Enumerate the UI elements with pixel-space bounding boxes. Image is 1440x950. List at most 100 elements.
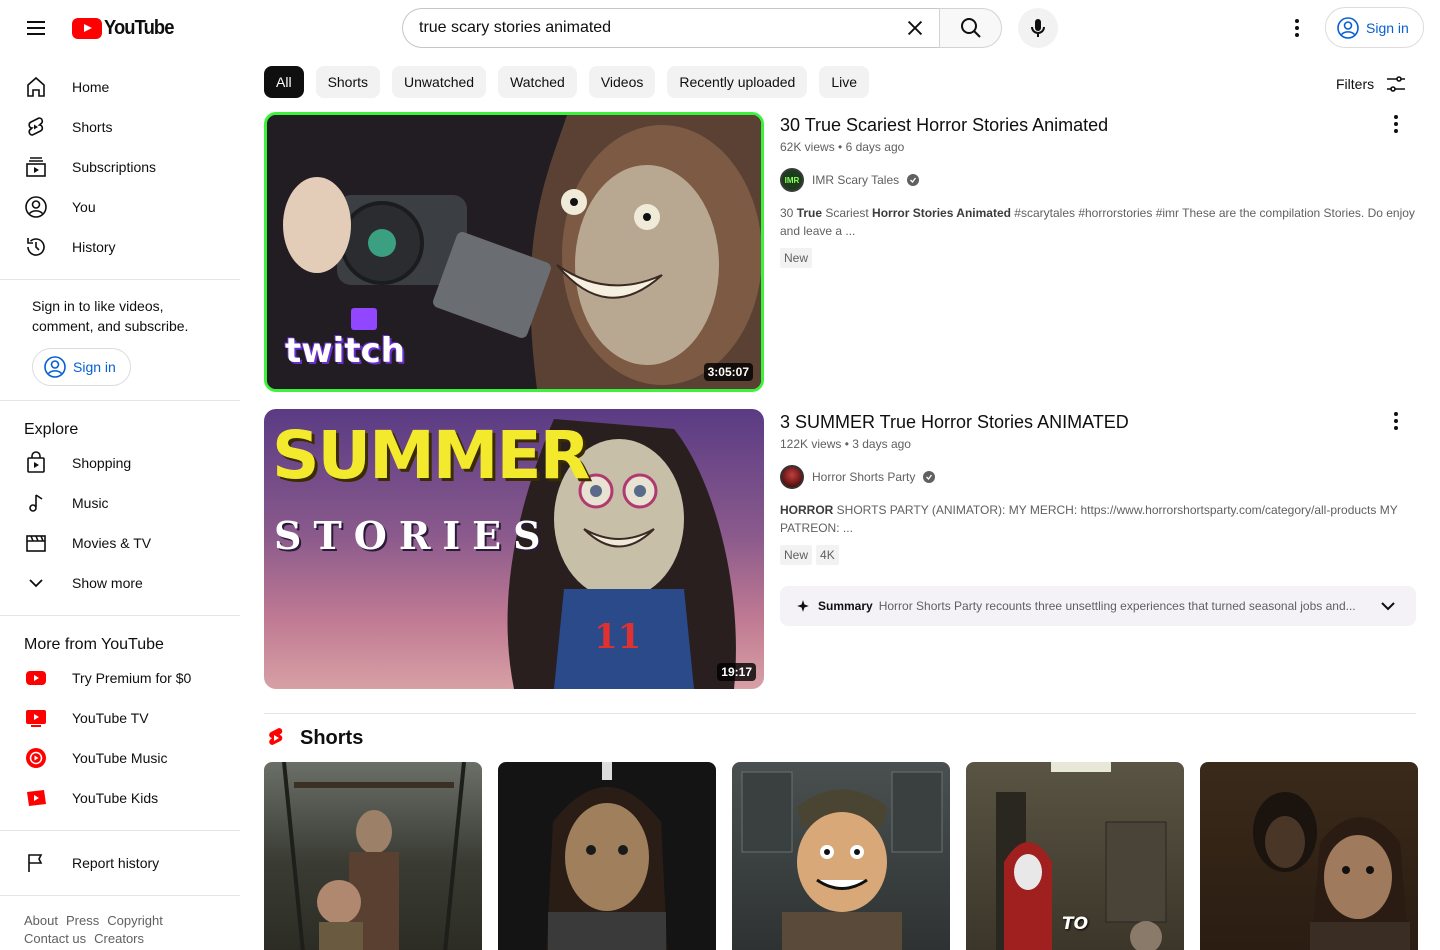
ai-summary[interactable]: Summary Horror Shorts Party recounts thr… bbox=[780, 586, 1416, 626]
channel-info[interactable]: Horror Shorts Party bbox=[780, 465, 1380, 489]
chip-all[interactable]: All bbox=[264, 66, 304, 98]
footer-link-press[interactable]: Press bbox=[66, 913, 99, 928]
music-icon bbox=[24, 491, 48, 515]
chip-live[interactable]: Live bbox=[819, 66, 870, 98]
video-thumbnail[interactable]: SUMMER STORIES 11 19:17 bbox=[264, 409, 764, 689]
sidebar-divider bbox=[0, 615, 240, 616]
search-button[interactable] bbox=[939, 8, 1002, 48]
more-vertical-icon bbox=[1394, 412, 1398, 430]
sidebar-item-shorts[interactable]: Shorts bbox=[0, 107, 240, 147]
sidebar-item-youtube-kids[interactable]: YouTube Kids bbox=[0, 778, 240, 818]
badges: New bbox=[780, 248, 1380, 268]
sidebar-item-movies[interactable]: Movies & TV bbox=[0, 523, 240, 563]
sidebar-item-you[interactable]: You bbox=[0, 187, 240, 227]
short-thumbnail bbox=[282, 762, 466, 950]
sign-in-button[interactable]: Sign in bbox=[1325, 7, 1424, 48]
sidebar-sign-in-button[interactable]: Sign in bbox=[32, 348, 131, 386]
filter-chips: All Shorts Unwatched Watched Videos Rece… bbox=[264, 66, 870, 98]
sign-in-prompt: Sign in to like videos, comment, and sub… bbox=[32, 298, 189, 334]
desc-highlight: HORROR bbox=[780, 503, 834, 517]
shorts-shelf: TO bbox=[264, 762, 1418, 950]
video-result[interactable]: twitch 3:05:07 30 True Scariest Horror S… bbox=[264, 112, 1416, 392]
filters-button[interactable]: Filters bbox=[1336, 66, 1408, 102]
sidebar-item-label: Try Premium for $0 bbox=[72, 670, 192, 686]
video-action-menu[interactable] bbox=[1384, 409, 1408, 433]
clear-search-button[interactable] bbox=[895, 9, 935, 47]
sliders-icon bbox=[1387, 76, 1406, 92]
chip-videos[interactable]: Videos bbox=[588, 66, 656, 98]
video-title[interactable]: 3 SUMMER True Horror Stories ANIMATED bbox=[780, 409, 1380, 435]
sidebar-item-subscriptions[interactable]: Subscriptions bbox=[0, 147, 240, 187]
sidebar-item-youtube-music[interactable]: YouTube Music bbox=[0, 738, 240, 778]
youtube-logo[interactable]: YouTube bbox=[72, 17, 180, 40]
channel-name[interactable]: IMR Scary Tales bbox=[812, 173, 899, 187]
search-box bbox=[402, 8, 939, 48]
sidebar-item-label: Shopping bbox=[72, 455, 132, 471]
shorts-title: Shorts bbox=[300, 726, 364, 749]
account-icon bbox=[1337, 16, 1359, 39]
sidebar-item-home[interactable]: Home bbox=[0, 67, 240, 107]
short-item[interactable] bbox=[732, 762, 950, 950]
sidebar-item-label: Music bbox=[72, 495, 109, 511]
sidebar-item-show-more[interactable]: Show more bbox=[0, 563, 240, 603]
video-description: HORROR SHORTS PARTY (ANIMATOR): MY MERCH… bbox=[780, 501, 1416, 537]
short-item[interactable] bbox=[498, 762, 716, 950]
chevron-down-icon bbox=[24, 571, 48, 595]
movies-icon bbox=[24, 531, 48, 555]
channel-avatar[interactable]: IMR bbox=[780, 168, 804, 192]
badge-new: New bbox=[780, 248, 813, 268]
badge-4k: 4K bbox=[816, 545, 839, 565]
sidebar-item-label: History bbox=[72, 239, 116, 255]
sidebar-divider bbox=[0, 830, 240, 831]
chip-recently-uploaded[interactable]: Recently uploaded bbox=[667, 66, 808, 98]
short-item[interactable] bbox=[1200, 762, 1418, 950]
footer-link-about[interactable]: About bbox=[24, 913, 58, 928]
sidebar-item-music[interactable]: Music bbox=[0, 483, 240, 523]
sign-in-label: Sign in bbox=[1366, 19, 1409, 36]
chip-unwatched[interactable]: Unwatched bbox=[392, 66, 487, 98]
microphone-icon bbox=[1031, 19, 1045, 37]
sidebar-item-label: YouTube Kids bbox=[72, 790, 159, 806]
search-input[interactable] bbox=[419, 19, 889, 37]
chip-shorts[interactable]: Shorts bbox=[315, 66, 381, 98]
sparkle-icon bbox=[797, 600, 809, 612]
footer-link-creators[interactable]: Creators bbox=[94, 931, 144, 946]
video-thumbnail[interactable]: twitch 3:05:07 bbox=[264, 112, 764, 392]
badge-new: New bbox=[780, 545, 813, 565]
menu-button[interactable] bbox=[16, 8, 56, 48]
short-item[interactable] bbox=[264, 762, 482, 950]
short-item[interactable]: TO bbox=[966, 762, 1184, 950]
sidebar-item-label: Shorts bbox=[72, 119, 113, 135]
shopping-icon bbox=[24, 451, 48, 475]
sidebar-item-label: YouTube Music bbox=[72, 750, 168, 766]
footer-link-contact[interactable]: Contact us bbox=[24, 931, 86, 946]
summary-label: Summary bbox=[818, 599, 873, 613]
explore-title: Explore bbox=[24, 421, 79, 438]
flag-icon bbox=[24, 851, 48, 875]
footer-link-copyright[interactable]: Copyright bbox=[107, 913, 163, 928]
voice-search-button[interactable] bbox=[1018, 8, 1058, 48]
sidebar-item-youtube-tv[interactable]: YouTube TV bbox=[0, 698, 240, 738]
sidebar-item-shopping[interactable]: Shopping bbox=[0, 443, 240, 483]
video-result[interactable]: SUMMER STORIES 11 19:17 3 SUMMER True Ho… bbox=[264, 409, 1416, 689]
sidebar: Home Shorts Subscriptions You History Si… bbox=[0, 56, 240, 950]
chip-watched[interactable]: Watched bbox=[498, 66, 577, 98]
desc-text: SHORTS PARTY (ANIMATOR): MY MERCH: https… bbox=[780, 503, 1398, 535]
thumbnail-overlay-text: STORIES bbox=[274, 513, 553, 558]
channel-avatar[interactable] bbox=[780, 465, 804, 489]
video-action-menu[interactable] bbox=[1384, 112, 1408, 136]
thumbnail-overlay-text: SUMMER bbox=[272, 417, 590, 494]
sidebar-item-report-history[interactable]: Report history bbox=[0, 843, 240, 883]
video-title[interactable]: 30 True Scariest Horror Stories Animated bbox=[780, 112, 1380, 138]
sidebar-item-history[interactable]: History bbox=[0, 227, 240, 267]
settings-menu-button[interactable] bbox=[1277, 8, 1317, 48]
channel-name[interactable]: Horror Shorts Party bbox=[812, 470, 915, 484]
upload-age: 3 days ago bbox=[852, 437, 911, 451]
hamburger-icon bbox=[27, 21, 45, 35]
desc-text: Scariest bbox=[822, 206, 873, 220]
section-divider bbox=[264, 713, 1416, 714]
jersey-number: 11 bbox=[594, 617, 642, 657]
sidebar-item-premium[interactable]: Try Premium for $0 bbox=[0, 658, 240, 698]
channel-info[interactable]: IMR IMR Scary Tales bbox=[780, 168, 1380, 192]
chevron-down-icon[interactable] bbox=[1376, 594, 1400, 618]
